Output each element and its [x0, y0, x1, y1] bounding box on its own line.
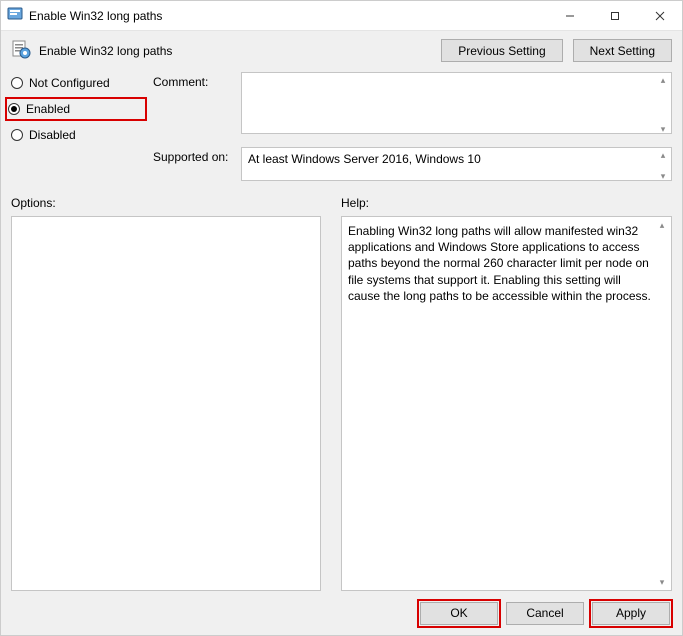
minimize-button[interactable] — [547, 1, 592, 30]
header: Enable Win32 long paths Previous Setting… — [1, 31, 682, 72]
radio-input — [11, 129, 23, 141]
next-setting-button[interactable]: Next Setting — [573, 39, 672, 62]
titlebar: Enable Win32 long paths — [1, 1, 682, 31]
comment-wrap: ▴▾ — [241, 72, 672, 137]
window-title: Enable Win32 long paths — [29, 9, 162, 23]
help-text: Enabling Win32 long paths will allow man… — [348, 224, 651, 303]
window-controls — [547, 1, 682, 30]
close-button[interactable] — [637, 1, 682, 30]
ok-button[interactable]: OK — [420, 602, 498, 625]
header-nav: Previous Setting Next Setting — [441, 39, 672, 62]
footer: OK Cancel Apply — [1, 591, 682, 635]
radio-input — [8, 103, 20, 115]
comment-input[interactable] — [241, 72, 672, 134]
policy-title: Enable Win32 long paths — [39, 44, 172, 58]
options-column: Options: — [11, 190, 321, 591]
lower-panels: Options: Help: Enabling Win32 long paths… — [1, 190, 682, 591]
radio-enabled[interactable]: Enabled — [8, 100, 144, 118]
help-label: Help: — [341, 196, 672, 210]
supported-wrap: ▴▾ — [241, 147, 672, 184]
options-panel — [11, 216, 321, 591]
window: Enable Win32 long paths Enable Win32 lon… — [0, 0, 683, 636]
supported-on-text — [241, 147, 672, 181]
config-area: Not Configured Enabled Disabled Comment:… — [1, 72, 682, 190]
policy-app-icon — [7, 6, 23, 25]
help-column: Help: Enabling Win32 long paths will all… — [341, 190, 672, 591]
apply-button[interactable]: Apply — [592, 602, 670, 625]
supported-label: Supported on: — [153, 147, 235, 164]
cancel-button[interactable]: Cancel — [506, 602, 584, 625]
header-left: Enable Win32 long paths — [11, 39, 172, 62]
policy-icon — [11, 39, 31, 62]
comment-label: Comment: — [153, 72, 235, 89]
previous-setting-button[interactable]: Previous Setting — [441, 39, 562, 62]
comment-row: Comment: ▴▾ — [153, 72, 672, 137]
radio-disabled[interactable]: Disabled — [11, 128, 141, 142]
state-radio-group: Not Configured Enabled Disabled — [11, 72, 141, 184]
help-panel: Enabling Win32 long paths will allow man… — [341, 216, 672, 591]
scrollbar-icon: ▴▾ — [654, 218, 670, 589]
fields: Comment: ▴▾ Supported on: ▴▾ — [153, 72, 672, 184]
titlebar-left: Enable Win32 long paths — [1, 6, 162, 25]
options-label: Options: — [11, 196, 321, 210]
radio-label: Enabled — [26, 102, 70, 116]
radio-label: Not Configured — [29, 76, 110, 90]
radio-label: Disabled — [29, 128, 76, 142]
supported-row: Supported on: ▴▾ — [153, 147, 672, 184]
radio-input — [11, 77, 23, 89]
radio-not-configured[interactable]: Not Configured — [11, 76, 141, 90]
maximize-button[interactable] — [592, 1, 637, 30]
